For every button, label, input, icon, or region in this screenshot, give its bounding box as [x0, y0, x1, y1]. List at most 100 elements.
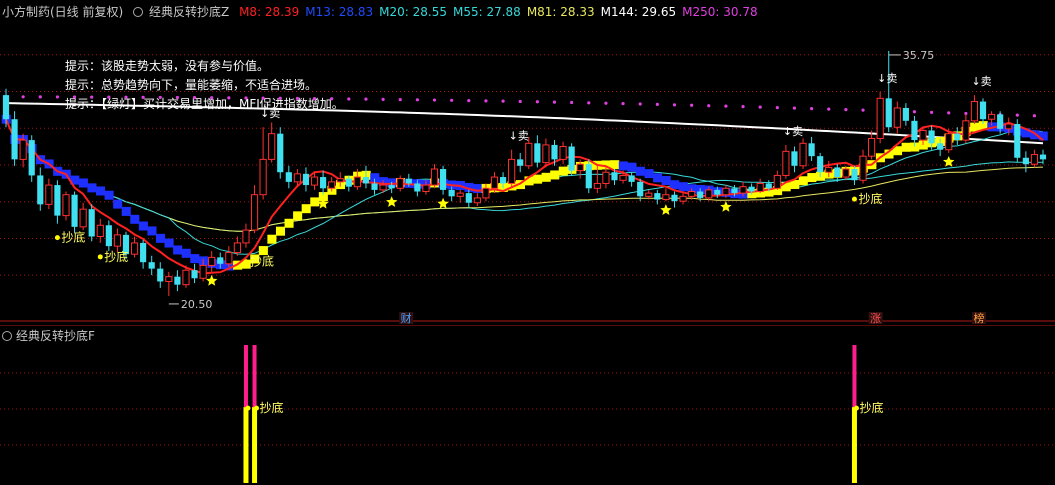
event-marker-label: 财 — [401, 311, 412, 325]
candle-body — [242, 229, 250, 244]
candle — [979, 98, 987, 125]
candle — [28, 135, 35, 182]
candle — [876, 91, 884, 144]
ma13-band-segment — [618, 161, 628, 171]
main-chart[interactable]: 抄底抄底 抄底↓卖↓卖 ↓卖↓卖 ↓卖抄底35.7520.50财涨榜 — [0, 0, 1055, 325]
candle-body — [439, 169, 447, 190]
candle — [62, 191, 70, 221]
candle-body — [1022, 157, 1029, 165]
ma250-dot — [278, 96, 282, 100]
candle — [893, 101, 901, 134]
candle-body — [551, 144, 558, 160]
candle — [71, 191, 78, 234]
candle — [1022, 151, 1029, 173]
candle-body — [593, 182, 601, 189]
candle — [250, 185, 259, 234]
star-icon — [386, 196, 398, 207]
candle-body — [302, 173, 310, 186]
ma13-band-segment — [807, 173, 817, 183]
sell-label: ↓卖 — [783, 125, 803, 138]
candle — [834, 164, 841, 182]
candle — [140, 239, 147, 269]
ma250-dot — [501, 99, 505, 103]
ma250-dot — [55, 95, 60, 99]
event-marker: 涨 — [868, 312, 883, 325]
candle-body — [654, 193, 661, 200]
ma250-dot — [724, 104, 728, 108]
candle-body — [208, 256, 216, 266]
candle — [679, 193, 687, 205]
candle-body — [568, 146, 575, 171]
ma250-dot — [1032, 114, 1037, 118]
candle-body — [559, 146, 567, 160]
star-icon — [206, 274, 218, 286]
ma250-dot — [330, 97, 334, 101]
candle-body — [422, 184, 430, 193]
candle-body — [937, 143, 944, 150]
ma13-band-segment — [284, 218, 294, 228]
candle — [756, 178, 764, 194]
ma13-band-segment — [113, 199, 123, 209]
candle — [654, 189, 661, 205]
ma250-dot — [312, 96, 317, 101]
buy-dot — [97, 254, 103, 260]
candle — [808, 136, 815, 161]
sell-label: ↓卖 — [971, 75, 991, 88]
buy-dot — [243, 259, 249, 265]
candle — [79, 202, 87, 231]
ma13-band-segment — [678, 182, 688, 192]
candle-body — [499, 177, 507, 184]
candle — [542, 138, 550, 168]
candle-body — [817, 156, 824, 173]
candle-body — [945, 133, 953, 151]
ma250-dot — [690, 103, 694, 107]
candle-body — [911, 120, 918, 141]
candle — [268, 122, 276, 163]
candle-body — [739, 186, 747, 194]
candle-body — [619, 174, 627, 181]
candle-body — [353, 176, 361, 188]
ma250-dot — [947, 111, 951, 115]
candle — [517, 152, 524, 173]
candle-body — [105, 225, 112, 247]
candle — [302, 167, 310, 192]
ma250-dot — [810, 106, 814, 111]
candle — [465, 189, 472, 208]
ma250-dot — [929, 110, 934, 114]
candle-body — [62, 194, 70, 217]
candle — [637, 178, 644, 202]
candle — [585, 159, 592, 194]
ma250-dot — [707, 104, 711, 108]
candle-body — [928, 130, 935, 144]
candle-body — [165, 276, 173, 282]
buy-dot — [54, 235, 60, 241]
sub-chart[interactable]: 抄底 抄底 — [0, 325, 1055, 485]
sub-bar-magenta — [852, 345, 857, 408]
candle-body — [11, 119, 18, 160]
ma250-dot — [535, 100, 539, 104]
ma13-band-segment — [104, 190, 114, 200]
sub-buy-dot — [853, 405, 859, 411]
ma13-band-segment — [473, 184, 483, 194]
candle-body — [71, 194, 78, 227]
sub-bar-yellow — [243, 407, 249, 483]
ma250-dot — [741, 105, 745, 109]
candle-body — [277, 133, 284, 173]
ma13-band-segment — [173, 245, 183, 255]
candle-body — [834, 167, 841, 178]
candle-body — [28, 140, 35, 176]
candle-body — [148, 262, 155, 269]
ma13-band-segment — [121, 206, 131, 216]
candle-body — [508, 158, 516, 184]
candle — [242, 223, 250, 248]
candle-body — [268, 133, 276, 160]
ma13-band-segment — [533, 174, 543, 184]
candle-body — [714, 189, 721, 195]
candle — [165, 271, 173, 296]
buy-label: 抄底 — [61, 230, 85, 245]
candle-body — [328, 181, 336, 189]
ma250-dot — [621, 101, 625, 106]
candle-body — [662, 194, 670, 201]
ma250-dot — [758, 105, 762, 109]
ma13-band-segment — [267, 234, 277, 244]
